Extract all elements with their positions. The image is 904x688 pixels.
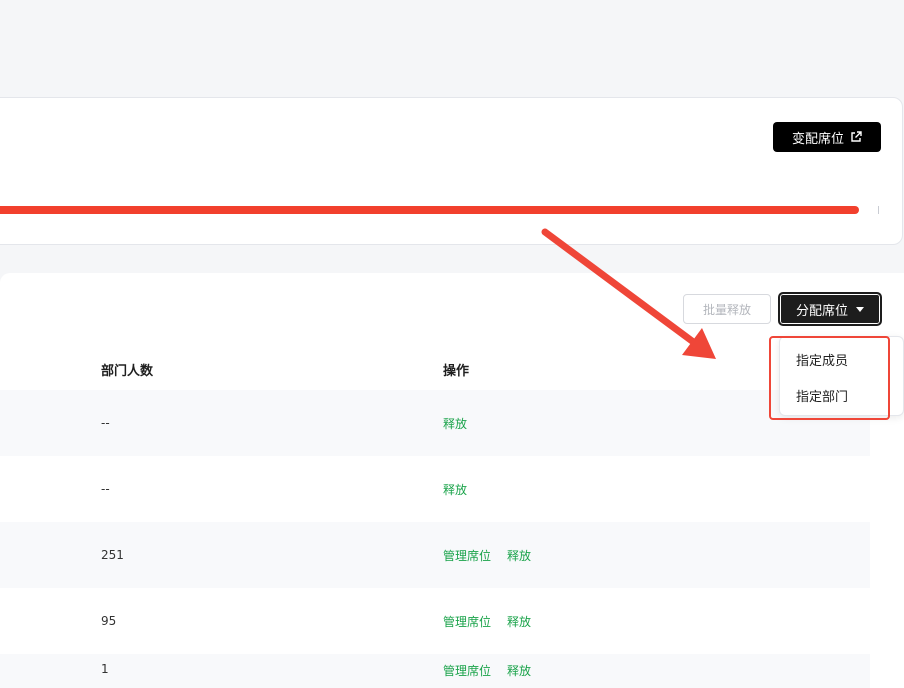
header-dept-count: 部门人数	[101, 364, 154, 379]
dept-count-cell: 1	[101, 662, 109, 676]
table-row: 95 管理席位 释放	[0, 588, 870, 654]
seat-usage-progress-fill	[0, 206, 860, 214]
table-row: 251 管理席位 释放	[0, 522, 870, 588]
external-link-icon	[851, 131, 862, 142]
assign-seat-label: 分配席位	[795, 303, 848, 319]
header-operations: 操作	[443, 364, 470, 379]
change-seat-button[interactable]: 变配席位	[773, 122, 881, 152]
table-row: -- 释放	[0, 390, 870, 456]
release-link[interactable]: 释放	[507, 613, 531, 630]
seat-table-card: 批量释放 分配席位 部门人数 操作 -- 释放 -- 释放 251 管理席位 释…	[0, 273, 904, 688]
release-link[interactable]: 释放	[507, 547, 531, 564]
change-seat-label: 变配席位	[791, 131, 844, 147]
release-link[interactable]: 释放	[443, 415, 467, 432]
dept-count-cell: 251	[101, 548, 124, 562]
dept-count-cell: --	[101, 416, 110, 430]
caret-down-icon	[856, 306, 864, 312]
dept-count-cell: --	[101, 482, 110, 496]
seat-summary-card: 变配席位	[0, 97, 903, 245]
release-link[interactable]: 释放	[443, 481, 467, 498]
manage-seat-link[interactable]: 管理席位	[443, 547, 491, 564]
seat-usage-progress	[0, 206, 877, 214]
batch-release-button[interactable]: 批量释放	[683, 294, 771, 324]
annotation-highlight-box	[769, 336, 890, 420]
progress-end-marker	[878, 206, 879, 214]
assign-seat-button[interactable]: 分配席位	[778, 292, 882, 326]
table-row: -- 释放	[0, 456, 870, 522]
manage-seat-link[interactable]: 管理席位	[443, 662, 491, 679]
dept-count-cell: 95	[101, 614, 117, 628]
release-link[interactable]: 释放	[507, 662, 531, 679]
table-row: 1 管理席位 释放	[0, 654, 870, 688]
manage-seat-link[interactable]: 管理席位	[443, 613, 491, 630]
